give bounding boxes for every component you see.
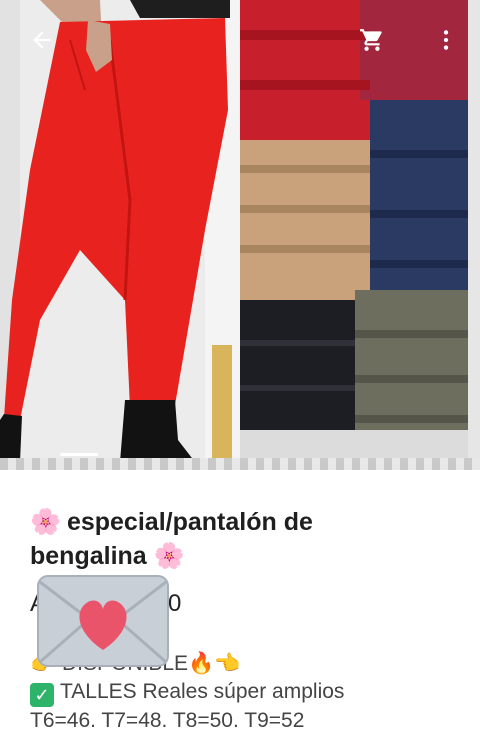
more-vertical-icon [443,30,449,50]
size-table-line: T6=46. T7=48. T8=50. T9=52 [30,709,305,732]
photo-divider [236,0,240,462]
price-tail: 0 [168,590,182,617]
product-title: 🌸 especial/pantalón de bengalina 🌸 [30,505,460,573]
photo-bottom-strip [0,458,480,470]
title-line2: bengalina [30,542,147,570]
photo-frame-edge [468,0,480,462]
flower-icon: 🌸 [153,542,185,570]
more-options-button[interactable] [428,22,464,58]
love-letter-icon [37,575,169,667]
product-photo-red-pants [0,0,238,462]
title-line1: especial/pantalón de [66,508,313,536]
cart-button[interactable] [354,22,390,58]
check-mark-icon: ✓ [30,683,54,707]
carousel-indicator [60,453,98,456]
product-image-carousel[interactable] [0,0,480,470]
cart-icon [360,29,382,51]
sizes-line: ✓ TALLES Reales súper amplios [30,678,470,707]
product-photo-folded-pants [240,0,468,462]
back-button[interactable] [24,22,60,58]
sizes-text: TALLES Reales súper amplios [60,680,345,703]
arrow-left-icon [33,31,51,49]
flower-icon: 🌸 [30,508,62,536]
